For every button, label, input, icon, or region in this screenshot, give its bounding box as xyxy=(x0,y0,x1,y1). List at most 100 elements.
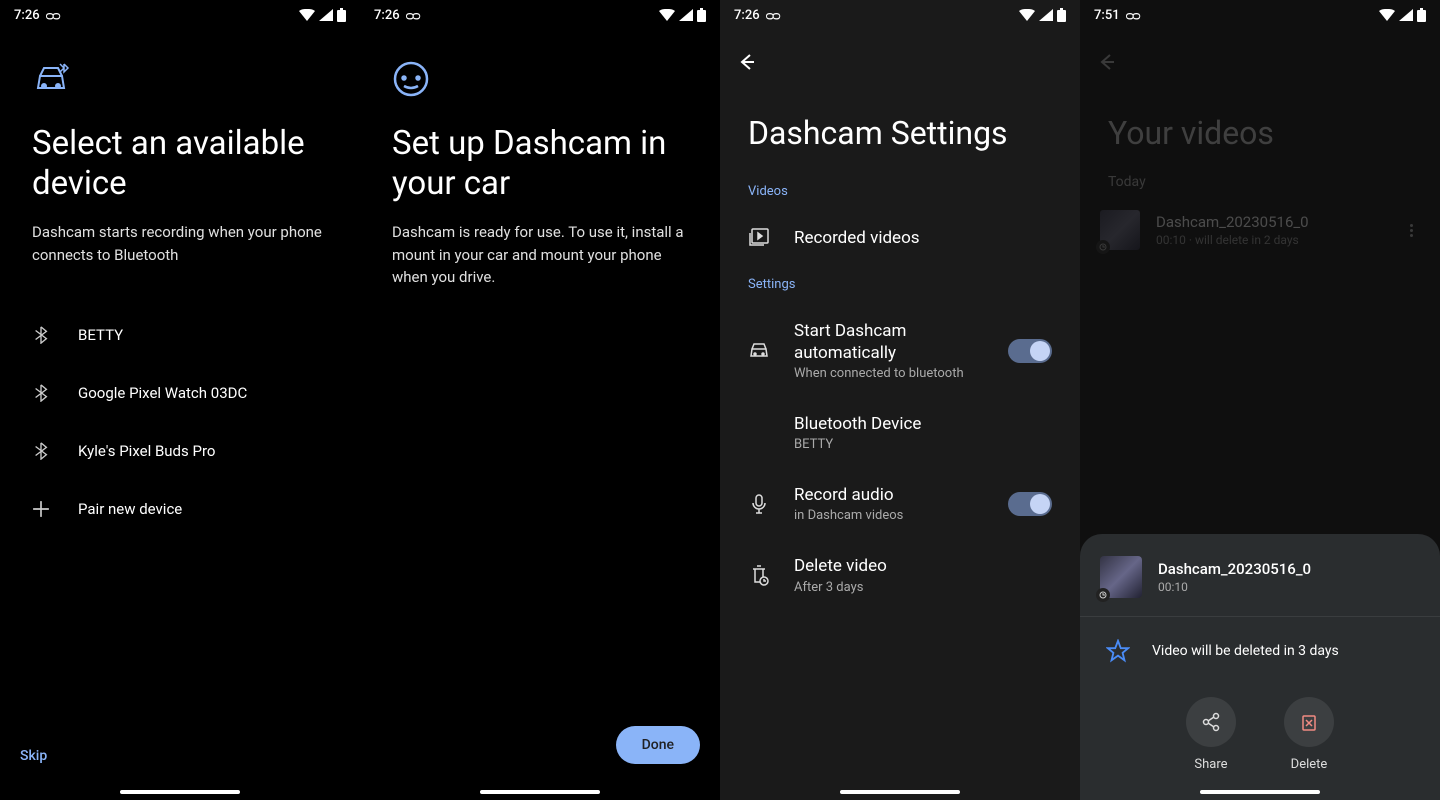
device-name: Kyle's Pixel Buds Pro xyxy=(78,442,215,460)
section-settings-header: Settings xyxy=(720,265,1080,304)
share-button[interactable]: Share xyxy=(1186,697,1236,772)
spacer-icon xyxy=(748,422,770,444)
nav-pill[interactable] xyxy=(1200,790,1320,794)
pair-new-device[interactable]: Pair new device xyxy=(0,480,360,538)
delete-button[interactable]: Delete xyxy=(1284,697,1334,772)
screen-settings: 7:26 ᴑᴑ Dashcam Settings Videos Recorded… xyxy=(720,0,1080,800)
recorded-videos-row[interactable]: Recorded videos xyxy=(720,211,1080,265)
page-title: Set up Dashcam in your car xyxy=(392,124,688,203)
sheet-duration: 00:10 xyxy=(1158,580,1311,594)
page-title: Select an available device xyxy=(32,124,328,203)
skip-button[interactable]: Skip xyxy=(20,748,47,764)
status-bar: 7:26 ᴑᴑ xyxy=(720,0,1080,30)
voicemail-icon: ᴑᴑ xyxy=(1126,7,1139,24)
delete-video-label: Delete video xyxy=(794,555,1052,577)
device-list: BETTY Google Pixel Watch 03DC Kyle's Pix… xyxy=(0,306,360,538)
car-icon xyxy=(748,340,770,362)
battery-icon xyxy=(1057,8,1066,22)
mic-icon xyxy=(748,493,770,515)
sheet-video-name: Dashcam_20230516_0 xyxy=(1158,560,1311,578)
bt-device-sub: BETTY xyxy=(794,437,1052,452)
wifi-icon xyxy=(299,9,315,21)
sheet-header: Dashcam_20230516_0 00:10 xyxy=(1100,556,1420,598)
delete-timer-icon xyxy=(748,564,770,586)
battery-icon xyxy=(1417,8,1426,22)
pair-new-label: Pair new device xyxy=(78,500,182,518)
status-time: 7:26 xyxy=(14,8,40,23)
timer-badge-icon xyxy=(1096,588,1110,602)
page-title: Dashcam Settings xyxy=(720,84,1080,172)
car-bluetooth-icon xyxy=(32,60,72,100)
section-videos-header: Videos xyxy=(720,172,1080,211)
deletion-notice: Video will be deleted in 3 days xyxy=(1100,635,1420,679)
video-thumbnail xyxy=(1100,210,1140,250)
record-audio-row[interactable]: Record audio in Dashcam videos xyxy=(720,468,1080,539)
back-button[interactable] xyxy=(720,40,1080,84)
device-name: Google Pixel Watch 03DC xyxy=(78,384,247,402)
record-audio-toggle[interactable] xyxy=(1008,492,1052,516)
device-item-pixel-watch[interactable]: Google Pixel Watch 03DC xyxy=(0,364,360,422)
auto-start-toggle[interactable] xyxy=(1008,339,1052,363)
auto-start-sub: When connected to bluetooth xyxy=(794,366,984,381)
signal-icon xyxy=(319,9,333,21)
record-audio-sub: in Dashcam videos xyxy=(794,508,984,523)
status-icons xyxy=(1379,8,1426,22)
more-options-button[interactable] xyxy=(1402,221,1420,239)
status-bar: 7:26 ᴑᴑ xyxy=(0,0,360,30)
delete-video-row[interactable]: Delete video After 3 days xyxy=(720,539,1080,610)
back-button[interactable] xyxy=(1080,40,1440,84)
timer-badge-icon xyxy=(1096,240,1110,254)
auto-start-row[interactable]: Start Dashcam automatically When connect… xyxy=(720,304,1080,397)
voicemail-icon: ᴑᴑ xyxy=(406,7,419,24)
device-name: BETTY xyxy=(78,326,123,344)
today-label: Today xyxy=(1080,166,1440,198)
status-time: 7:51 xyxy=(1094,8,1120,23)
delete-video-sub: After 3 days xyxy=(794,580,1052,595)
divider xyxy=(1080,616,1440,617)
arrow-back-icon xyxy=(1096,52,1116,72)
screen-setup-done: 7:26 ᴑᴑ Set up Dashcam in your car Dashc… xyxy=(360,0,720,800)
device-item-betty[interactable]: BETTY xyxy=(0,306,360,364)
arrow-back-icon xyxy=(736,52,756,72)
voicemail-icon: ᴑᴑ xyxy=(46,7,59,24)
wifi-icon xyxy=(659,9,675,21)
nav-pill[interactable] xyxy=(480,790,600,794)
bt-device-label: Bluetooth Device xyxy=(794,413,1052,435)
device-item-pixel-buds[interactable]: Kyle's Pixel Buds Pro xyxy=(0,422,360,480)
page-subtitle: Dashcam starts recording when your phone… xyxy=(32,221,328,266)
video-name: Dashcam_20230516_0 xyxy=(1156,213,1386,231)
video-list-item[interactable]: Dashcam_20230516_0 00:10 · will delete i… xyxy=(1080,198,1440,262)
plus-icon xyxy=(32,500,50,518)
bluetooth-icon xyxy=(32,442,50,460)
battery-icon xyxy=(697,8,706,22)
auto-start-label: Start Dashcam automatically xyxy=(794,320,984,364)
signal-icon xyxy=(679,9,693,21)
status-time: 7:26 xyxy=(734,8,760,23)
nav-pill[interactable] xyxy=(120,790,240,794)
video-meta: 00:10 · will delete in 2 days xyxy=(1156,233,1386,247)
page-subtitle: Dashcam is ready for use. To use it, ins… xyxy=(392,221,688,289)
status-icons xyxy=(1019,8,1066,22)
status-icons xyxy=(299,8,346,22)
dimmed-background: Your videos Today Dashcam_20230516_0 00:… xyxy=(1080,40,1440,262)
sheet-thumbnail xyxy=(1100,556,1142,598)
share-label: Share xyxy=(1194,757,1227,772)
status-time: 7:26 xyxy=(374,8,400,23)
status-icons xyxy=(659,8,706,22)
share-icon xyxy=(1186,697,1236,747)
page-title: Your videos xyxy=(1080,84,1440,166)
signal-icon xyxy=(1399,9,1413,21)
status-bar: 7:51 ᴑᴑ xyxy=(1080,0,1440,30)
battery-icon xyxy=(337,8,346,22)
nav-pill[interactable] xyxy=(840,790,960,794)
record-audio-label: Record audio xyxy=(794,484,984,506)
screen-your-videos: 7:51 ᴑᴑ Your videos Today Dashcam_202305… xyxy=(1080,0,1440,800)
signal-icon xyxy=(1039,9,1053,21)
recorded-videos-label: Recorded videos xyxy=(794,227,1052,249)
videos-icon xyxy=(748,227,770,249)
bluetooth-icon xyxy=(32,384,50,402)
bluetooth-icon xyxy=(32,326,50,344)
bluetooth-device-row[interactable]: Bluetooth Device BETTY xyxy=(720,397,1080,468)
wifi-icon xyxy=(1019,9,1035,21)
done-button[interactable]: Done xyxy=(616,726,700,764)
